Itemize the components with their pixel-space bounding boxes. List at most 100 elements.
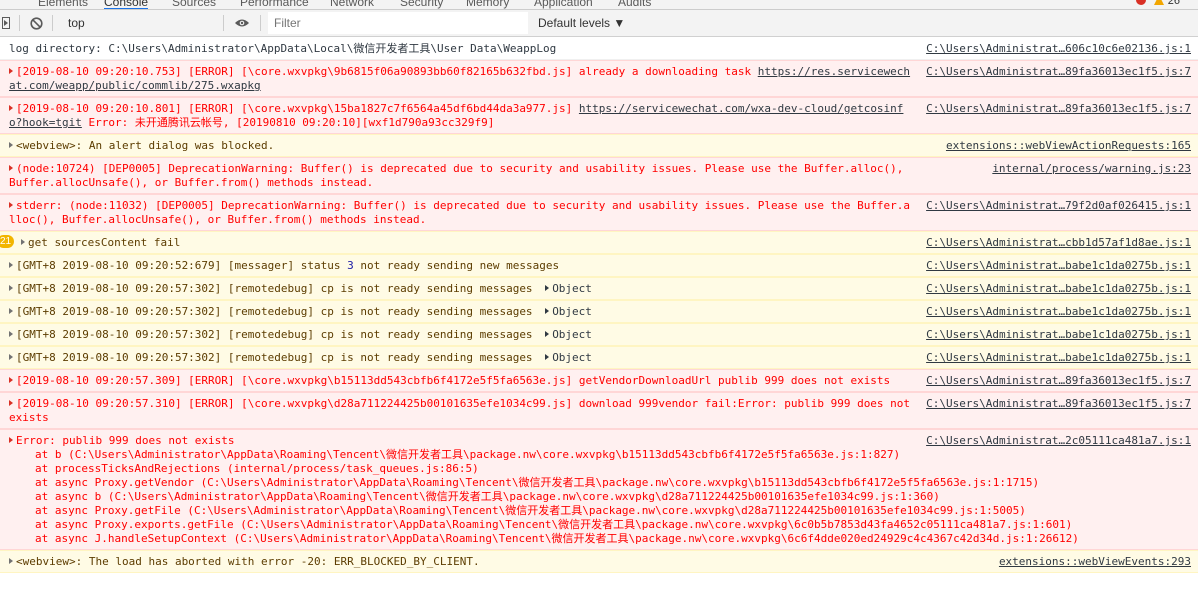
stack-frame[interactable]: at processTicksAndRejections (internal/p… bbox=[35, 462, 1192, 476]
sidebar-toggle-icon[interactable] bbox=[0, 10, 14, 37]
stack-frame[interactable]: at b (C:\Users\Administrator\AppData\Roa… bbox=[35, 448, 1192, 462]
tab-audits[interactable]: Audits bbox=[618, 0, 651, 9]
message-text: [2019-08-10 09:20:57.309] [ERROR] [\core… bbox=[16, 374, 891, 387]
console-message-warning[interactable]: [GMT+8 2019-08-10 09:20:57:302] [remoted… bbox=[0, 323, 1198, 346]
stack-frame[interactable]: at async Proxy.getVendor (C:\Users\Admin… bbox=[35, 476, 1192, 490]
tab-network[interactable]: Network bbox=[330, 0, 374, 9]
console-toolbar: top Default levels ▼ bbox=[0, 10, 1198, 37]
context-selector[interactable]: top bbox=[68, 10, 218, 37]
filter-input[interactable] bbox=[268, 12, 528, 34]
message-text: (node:10724) [DEP0005] DeprecationWarnin… bbox=[9, 162, 911, 189]
expand-triangle-icon[interactable] bbox=[9, 437, 13, 443]
console-message-warning[interactable]: [GMT+8 2019-08-10 09:20:57:302] [remoted… bbox=[0, 277, 1198, 300]
tab-sources[interactable]: Sources bbox=[172, 0, 216, 9]
stack-trace: at b (C:\Users\Administrator\AppData\Roa… bbox=[9, 448, 1192, 546]
source-link[interactable]: internal/process/warning.js:23 bbox=[992, 162, 1191, 176]
console-message: log directory: C:\Users\Administrator\Ap… bbox=[0, 38, 1198, 60]
source-link[interactable]: C:\Users\Administrat…606c10c6e02136.js:1 bbox=[926, 42, 1191, 56]
expand-triangle-icon[interactable] bbox=[9, 142, 13, 148]
tab-console[interactable]: Console bbox=[104, 0, 149, 9]
message-text: [GMT+8 2019-08-10 09:20:57:302] [remoted… bbox=[16, 282, 540, 295]
console-message-error[interactable]: Error: publib 999 does not exists at b (… bbox=[0, 429, 1198, 550]
source-link[interactable]: C:\Users\Administrat…babe1c1da0275b.js:1 bbox=[926, 305, 1191, 319]
message-text: [GMT+8 2019-08-10 09:20:57:302] [remoted… bbox=[16, 328, 540, 341]
log-levels-dropdown[interactable]: Default levels ▼ bbox=[538, 16, 625, 30]
expand-triangle-icon[interactable] bbox=[9, 308, 13, 314]
expand-triangle-icon[interactable] bbox=[9, 354, 13, 360]
console-message-warning[interactable]: [GMT+8 2019-08-10 09:20:57:302] [remoted… bbox=[0, 300, 1198, 323]
source-link[interactable]: C:\Users\Administrat…babe1c1da0275b.js:1 bbox=[926, 351, 1191, 365]
expand-triangle-icon[interactable] bbox=[9, 285, 13, 291]
source-link[interactable]: extensions::webViewActionRequests:165 bbox=[946, 139, 1191, 153]
object-preview[interactable]: Object bbox=[545, 351, 592, 364]
tab-performance[interactable]: Performance bbox=[240, 0, 309, 9]
toolbar-divider bbox=[260, 15, 261, 31]
expand-triangle-icon[interactable] bbox=[545, 308, 550, 314]
warning-count[interactable]: 26 bbox=[1168, 0, 1180, 7]
source-link[interactable]: C:\Users\Administrat…89fa36013ec1f5.js:7 bbox=[926, 374, 1191, 388]
stack-frame[interactable]: at async Proxy.getFile (C:\Users\Adminis… bbox=[35, 504, 1192, 518]
tab-security[interactable]: Security bbox=[400, 0, 443, 9]
source-link[interactable]: C:\Users\Administrat…2c05111ca481a7.js:1 bbox=[926, 434, 1191, 448]
console-message-error[interactable]: [2019-08-10 09:20:10.801] [ERROR] [\core… bbox=[0, 97, 1198, 134]
expand-triangle-icon[interactable] bbox=[9, 105, 13, 111]
expand-triangle-icon[interactable] bbox=[9, 377, 13, 383]
expand-triangle-icon[interactable] bbox=[545, 331, 550, 337]
expand-triangle-icon[interactable] bbox=[9, 400, 13, 406]
devtools-tab-strip: Elements Console Sources Performance Net… bbox=[0, 0, 1198, 10]
tab-elements[interactable]: Elements bbox=[38, 0, 88, 9]
source-link[interactable]: C:\Users\Administrat…89fa36013ec1f5.js:7 bbox=[926, 397, 1191, 411]
toolbar-divider bbox=[19, 15, 20, 31]
expand-triangle-icon[interactable] bbox=[9, 68, 13, 74]
expand-triangle-icon[interactable] bbox=[9, 331, 13, 337]
expand-triangle-icon[interactable] bbox=[9, 558, 13, 564]
source-link[interactable]: C:\Users\Administrat…babe1c1da0275b.js:1 bbox=[926, 328, 1191, 342]
console-message-error[interactable]: [2019-08-10 09:20:10.753] [ERROR] [\core… bbox=[0, 60, 1198, 97]
expand-triangle-icon[interactable] bbox=[545, 285, 550, 291]
console-message-error[interactable]: [2019-08-10 09:20:57.309] [ERROR] [\core… bbox=[0, 369, 1198, 392]
toolbar-divider bbox=[223, 15, 224, 31]
expand-triangle-icon[interactable] bbox=[545, 354, 550, 360]
error-count-icon[interactable] bbox=[1136, 0, 1146, 5]
console-messages: log directory: C:\Users\Administrator\Ap… bbox=[0, 38, 1198, 573]
message-text: Error: publib 999 does not exists bbox=[16, 434, 235, 447]
stack-frame[interactable]: at async J.handleSetupContext (C:\Users\… bbox=[35, 532, 1192, 546]
source-link[interactable]: extensions::webViewEvents:293 bbox=[999, 555, 1191, 569]
message-text: [2019-08-10 09:20:10.801] [ERROR] [\core… bbox=[16, 102, 579, 115]
console-message-warning: 21 get sourcesContent fail C:\Users\Admi… bbox=[0, 231, 1198, 254]
stack-frame[interactable]: at async b (C:\Users\Administrator\AppDa… bbox=[35, 490, 1192, 504]
message-text: log directory: C:\Users\Administrator\Ap… bbox=[9, 42, 557, 55]
object-preview[interactable]: Object bbox=[545, 305, 592, 318]
expand-triangle-icon[interactable] bbox=[21, 239, 25, 245]
message-text: <webview>: The load has aborted with err… bbox=[16, 555, 480, 568]
console-message-error[interactable]: stderr: (node:11032) [DEP0005] Deprecati… bbox=[0, 194, 1198, 231]
object-label: Object bbox=[552, 282, 592, 295]
clear-console-icon[interactable] bbox=[25, 10, 47, 37]
source-link[interactable]: C:\Users\Administrat…babe1c1da0275b.js:1 bbox=[926, 259, 1191, 273]
tab-application[interactable]: Application bbox=[534, 0, 593, 9]
repeat-count-badge: 21 bbox=[0, 235, 15, 248]
expand-triangle-icon[interactable] bbox=[9, 202, 13, 208]
stack-frame[interactable]: at async Proxy.exports.getFile (C:\Users… bbox=[35, 518, 1192, 532]
console-message-warning[interactable]: [GMT+8 2019-08-10 09:20:57:302] [remoted… bbox=[0, 346, 1198, 369]
expand-triangle-icon[interactable] bbox=[9, 262, 13, 268]
message-text: [GMT+8 2019-08-10 09:20:57:302] [remoted… bbox=[16, 351, 540, 364]
console-message-warning[interactable]: [GMT+8 2019-08-10 09:20:52:679] [message… bbox=[0, 254, 1198, 277]
source-link[interactable]: C:\Users\Administrat…79f2d0af026415.js:1 bbox=[926, 199, 1191, 213]
console-message-warning[interactable]: <webview>: The load has aborted with err… bbox=[0, 550, 1198, 573]
expand-triangle-icon[interactable] bbox=[9, 165, 13, 171]
console-message-error[interactable]: [2019-08-10 09:20:57.310] [ERROR] [\core… bbox=[0, 392, 1198, 429]
warning-count-icon[interactable] bbox=[1154, 0, 1164, 5]
tab-memory[interactable]: Memory bbox=[466, 0, 509, 9]
console-message-error[interactable]: (node:10724) [DEP0005] DeprecationWarnin… bbox=[0, 157, 1198, 194]
object-preview[interactable]: Object bbox=[545, 282, 592, 295]
source-link[interactable]: C:\Users\Administrat…89fa36013ec1f5.js:7 bbox=[926, 65, 1191, 79]
source-link[interactable]: C:\Users\Administrat…babe1c1da0275b.js:1 bbox=[926, 282, 1191, 296]
source-link[interactable]: C:\Users\Administrat…89fa36013ec1f5.js:7 bbox=[926, 102, 1191, 116]
message-number: 3 bbox=[347, 259, 354, 272]
object-label: Object bbox=[552, 351, 592, 364]
source-link[interactable]: C:\Users\Administrat…cbb1d57af1d8ae.js:1 bbox=[926, 236, 1191, 250]
object-preview[interactable]: Object bbox=[545, 328, 592, 341]
console-message-warning[interactable]: <webview>: An alert dialog was blocked. … bbox=[0, 134, 1198, 157]
eye-icon[interactable] bbox=[229, 10, 255, 37]
